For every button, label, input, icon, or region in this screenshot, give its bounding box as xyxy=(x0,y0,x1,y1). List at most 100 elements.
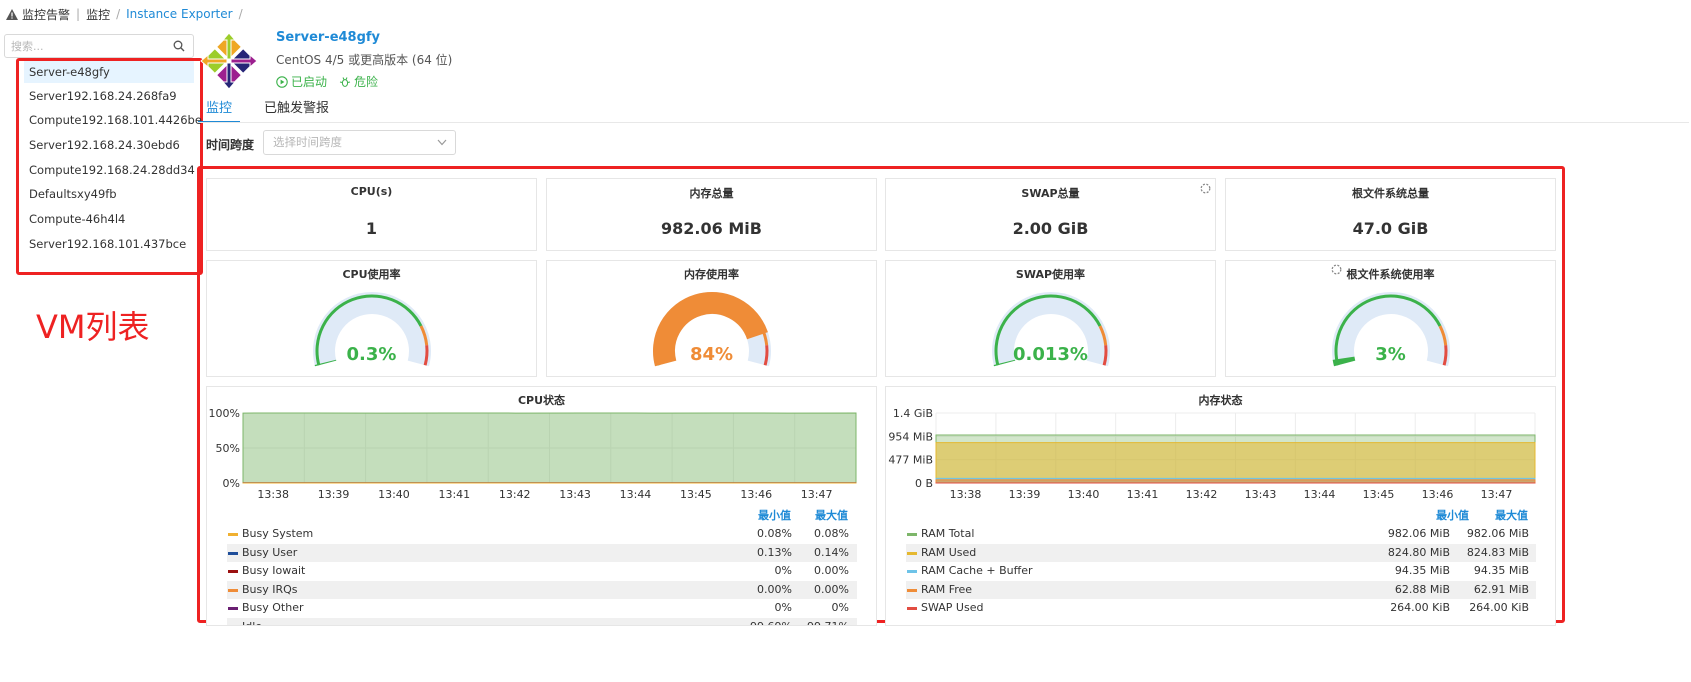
vm-list-item[interactable]: Compute192.168.101.4426be xyxy=(24,109,202,131)
legend-series-name: Idle xyxy=(242,619,263,626)
vm-list-item[interactable]: Defaultsxy49fb xyxy=(24,183,194,205)
status-running: 已启动 xyxy=(276,73,327,90)
y-tick-label: 954 MiB xyxy=(888,430,933,443)
legend-min-header[interactable]: 最小值 xyxy=(758,507,791,523)
gauge-title: 内存使用率 xyxy=(684,268,739,281)
x-tick-label: 13:43 xyxy=(1245,488,1277,501)
x-tick-label: 13:45 xyxy=(1363,488,1395,501)
legend-max-value: 824.83 MiB xyxy=(1466,545,1529,559)
search-icon[interactable] xyxy=(173,40,185,52)
stat-rootfs-total: 根文件系统总量 47.0 GiB xyxy=(1225,178,1556,251)
legend-max-header[interactable]: 最大值 xyxy=(1495,507,1528,523)
bug-icon xyxy=(339,76,351,87)
stat-value: 2.00 GiB xyxy=(1012,219,1089,238)
breadcrumb-separator: | xyxy=(76,7,81,21)
legend-swatch xyxy=(907,533,917,536)
legend-row[interactable]: Busy System 0.08% 0.08% xyxy=(227,525,857,543)
breadcrumb-root[interactable]: 监控告警 xyxy=(22,6,70,23)
legend-min-header[interactable]: 最小值 xyxy=(1436,507,1469,523)
tab-monitor[interactable]: 监控 xyxy=(198,99,241,123)
tab-bar: 监控 已触发警报 xyxy=(198,99,337,123)
server-name[interactable]: Server-e48gfy xyxy=(276,30,380,45)
legend-series-name: SWAP Used xyxy=(921,601,984,614)
x-tick-label: 13:45 xyxy=(680,488,712,501)
legend-swatch xyxy=(907,607,917,610)
breadcrumb-section[interactable]: 监控 xyxy=(86,6,110,23)
legend-swatch xyxy=(228,607,238,610)
chevron-down-icon xyxy=(437,139,447,146)
stat-value: 982.06 MiB xyxy=(661,219,762,238)
memory-status-panel: 内存状态 1.4 GiB 954 MiB 477 MiB 0 B 13:38 13:39 1… xyxy=(885,386,1556,626)
legend-row[interactable]: RAM Free 62.88 MiB 62.91 MiB xyxy=(906,580,1536,599)
legend-row[interactable]: RAM Total 982.06 MiB 982.06 MiB xyxy=(906,525,1536,543)
legend-max-value: 982.06 MiB xyxy=(1466,527,1529,540)
gauge-cpu-usage: CPU使用率 0.3% xyxy=(206,260,537,377)
x-tick-label: 13:44 xyxy=(1304,488,1336,501)
breadcrumb-link[interactable]: Instance Exporter xyxy=(126,7,232,21)
gauge-value: 84% xyxy=(689,344,734,365)
stat-value: 47.0 GiB xyxy=(1352,219,1429,238)
x-tick-label: 13:40 xyxy=(1068,488,1100,501)
legend-max-value: 94.35 MiB xyxy=(1473,564,1529,577)
gauge-title: 根文件系统使用率 xyxy=(1346,268,1435,281)
legend-row[interactable]: RAM Used 824.80 MiB 824.83 MiB xyxy=(906,543,1536,562)
gauge-title: CPU使用率 xyxy=(342,268,401,281)
x-tick-label: 13:39 xyxy=(318,488,350,501)
stat-title: 根文件系统总量 xyxy=(1352,187,1429,200)
legend-row[interactable]: SWAP Used 264.00 KiB 264.00 KiB xyxy=(906,599,1536,617)
vm-list-item[interactable]: Server-e48gfy xyxy=(24,61,194,83)
breadcrumb: 监控告警 | 监控 / Instance Exporter / xyxy=(6,6,249,22)
y-tick-label: 477 MiB xyxy=(888,454,933,467)
legend-row[interactable]: RAM Cache + Buffer 94.35 MiB 94.35 MiB xyxy=(906,562,1536,580)
vm-list-item[interactable]: Server192.168.24.30ebd6 xyxy=(24,134,194,156)
cpu-status-panel: CPU状态 100% 50% 0% 13:38 13:39 13:40 13:41 13:42… xyxy=(206,386,877,626)
panel-title: 内存状态 xyxy=(1198,394,1243,407)
play-circle-icon xyxy=(276,75,288,88)
legend-max-value: 0.14% xyxy=(814,545,849,559)
vm-list: Server-e48gfy Server192.168.24.268fa9 Co… xyxy=(16,58,203,275)
x-tick-label: 13:43 xyxy=(559,488,591,501)
legend-min-value: 94.35 MiB xyxy=(1394,564,1450,577)
x-tick-label: 13:41 xyxy=(438,488,470,501)
server-status: 已启动 危险 xyxy=(276,73,378,90)
status-running-label: 已启动 xyxy=(291,75,328,89)
gauge-value: 3% xyxy=(1375,344,1406,365)
area-series-idle xyxy=(242,412,857,484)
y-tick-label: 0% xyxy=(223,477,240,490)
tab-alerts[interactable]: 已触发警报 xyxy=(256,99,337,123)
vm-list-item[interactable]: Server192.168.101.437bce xyxy=(24,233,194,255)
vm-search-input[interactable] xyxy=(11,38,161,54)
y-tick-label: 50% xyxy=(216,442,240,455)
legend-series-name: RAM Free xyxy=(921,582,973,596)
breadcrumb-separator: / xyxy=(116,7,121,21)
legend-min-value: 62.88 MiB xyxy=(1394,582,1450,596)
time-range-select[interactable]: 选择时间跨度 xyxy=(263,130,456,155)
legend-swatch xyxy=(907,551,917,555)
legend-row[interactable]: Busy Iowait 0% 0.00% xyxy=(227,562,857,580)
x-tick-label: 13:47 xyxy=(801,488,833,501)
legend-series-name: Busy System xyxy=(242,527,314,540)
legend-max-header[interactable]: 最大值 xyxy=(815,507,848,523)
centos-logo-icon xyxy=(200,32,258,90)
vm-list-item[interactable]: Compute192.168.24.28dd34 xyxy=(24,159,195,181)
legend-swatch xyxy=(907,570,917,573)
gauge-memory-usage: 内存使用率 84% xyxy=(546,260,877,377)
y-tick-label: 0 B xyxy=(915,477,933,490)
legend-row[interactable]: Idle 99.69% 99.71% xyxy=(227,617,857,626)
x-tick-label: 13:47 xyxy=(1481,488,1513,501)
vm-list-item[interactable]: Server192.168.24.268fa9 xyxy=(24,85,194,107)
legend-row[interactable]: Busy IRQs 0.00% 0.00% xyxy=(227,580,857,599)
time-range-label: 时间跨度 xyxy=(206,138,255,152)
x-tick-label: 13:42 xyxy=(499,488,531,501)
vm-list-item[interactable]: Compute-46h4l4 xyxy=(24,208,194,230)
cpu-status-chart: 100% 50% 0% 13:38 13:39 13:40 13:41 13:42 13:43 1… xyxy=(209,407,857,501)
legend-swatch xyxy=(228,570,238,573)
stat-title: 内存总量 xyxy=(689,187,734,200)
legend-row[interactable]: Busy Other 0% 0% xyxy=(227,599,857,617)
x-tick-label: 13:46 xyxy=(740,488,772,501)
loading-spinner-icon xyxy=(1200,183,1211,194)
gauge-value: 0.013% xyxy=(1013,344,1088,365)
legend-row[interactable]: Busy User 0.13% 0.14% xyxy=(227,543,857,562)
panel-title: CPU状态 xyxy=(517,394,566,407)
legend-max-value: 264.00 KiB xyxy=(1469,601,1529,614)
